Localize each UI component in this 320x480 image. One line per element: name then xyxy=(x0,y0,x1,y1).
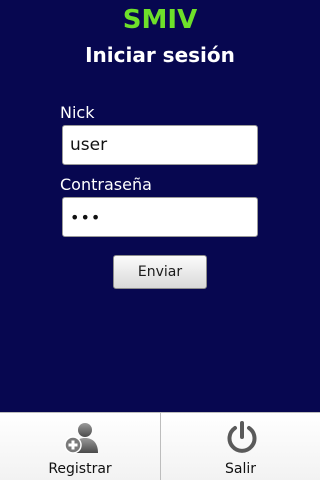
exit-label: Salir xyxy=(224,461,256,477)
add-user-icon xyxy=(64,423,98,454)
power-icon xyxy=(227,421,257,453)
send-button[interactable]: Enviar xyxy=(113,255,207,289)
register-button[interactable]: Registrar xyxy=(0,413,160,480)
nick-label: Nick xyxy=(60,103,95,122)
nick-input[interactable]: user xyxy=(62,125,258,165)
bottom-action-bar: Registrar Salir xyxy=(0,412,320,480)
exit-button[interactable]: Salir xyxy=(160,413,320,480)
password-input-value: ••• xyxy=(70,207,102,227)
password-input[interactable]: ••• xyxy=(62,197,258,237)
password-label: Contraseña xyxy=(60,175,152,194)
register-label: Registrar xyxy=(48,461,112,477)
page-title: Iniciar sesión xyxy=(85,43,235,67)
nick-input-value: user xyxy=(70,135,108,155)
app-title: SMIV xyxy=(122,5,198,35)
